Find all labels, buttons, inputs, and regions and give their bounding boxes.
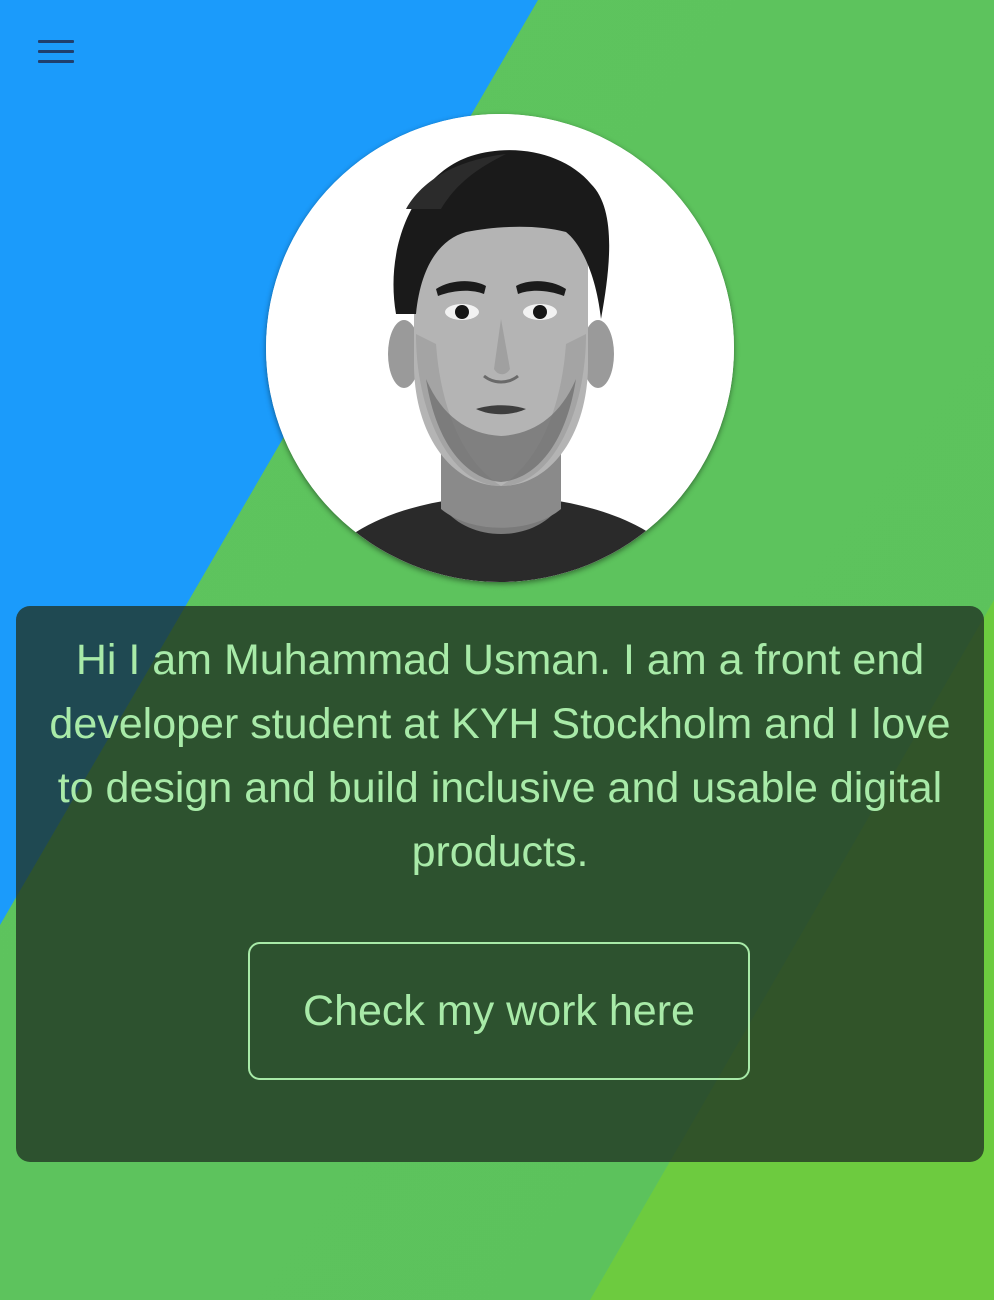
intro-card: Hi I am Muhammad Usman. I am a front end… xyxy=(16,606,984,1162)
check-my-work-button[interactable]: Check my work here xyxy=(248,942,750,1080)
hamburger-menu-icon[interactable] xyxy=(38,40,74,66)
portrait-illustration xyxy=(266,114,734,582)
menu-bar-bottom xyxy=(38,60,74,63)
profile-photo xyxy=(266,114,734,582)
menu-bar-middle xyxy=(38,50,74,53)
menu-bar-top xyxy=(38,40,74,43)
intro-text: Hi I am Muhammad Usman. I am a front end… xyxy=(49,636,951,876)
